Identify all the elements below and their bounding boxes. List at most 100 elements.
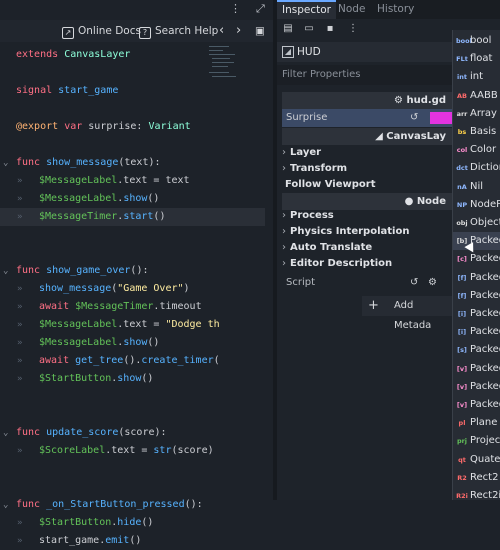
code-line[interactable]: » $ScoreLabel.text = str(score)	[0, 442, 273, 460]
revert-icon[interactable]: ↺	[410, 109, 418, 127]
code-line[interactable]: » await get_tree().create_timer(	[0, 352, 273, 370]
type-option[interactable]: nA Nil	[453, 178, 500, 196]
code-token: .text = text	[117, 175, 190, 186]
type-option[interactable]: R2i Rect2i	[453, 487, 500, 500]
code-line[interactable]: » start_game.emit()	[0, 532, 273, 550]
tab-inspector[interactable]: Inspector	[277, 0, 336, 19]
code-line[interactable]: » $MessageLabel.text = text	[0, 172, 273, 190]
open-folder-icon[interactable]: ▭	[303, 23, 315, 35]
variant-type-dropdown[interactable]: bool bool FLt float int int AB AABB arr Array bs Ba…	[452, 30, 500, 500]
type-option[interactable]: dctDiction	[453, 159, 500, 177]
add-metadata-button[interactable]: + Add Metada	[362, 296, 452, 331]
code-line[interactable]: » await $MessageTimer.timeout	[0, 298, 273, 316]
menu-icon[interactable]: ⋮	[230, 2, 241, 15]
type-option[interactable]: [i]Packed	[453, 305, 500, 323]
code-line[interactable]	[0, 478, 273, 496]
code-line[interactable]: ⌄ func show_game_over():	[0, 262, 273, 280]
type-option[interactable]: NPNodePa	[453, 196, 500, 214]
fold-arrow-icon[interactable]: ⌄	[3, 262, 8, 280]
category-transform[interactable]: › Transform	[282, 161, 452, 177]
category-layer[interactable]: › Layer	[282, 145, 452, 161]
editor-scrollbar[interactable]	[265, 44, 273, 500]
code-text: $MessageLabel.text = text	[39, 172, 190, 190]
category-auto-translate[interactable]: › Auto Translate	[282, 240, 452, 256]
code-line[interactable]: » $MessageLabel.show()	[0, 190, 273, 208]
code-token: ()	[147, 193, 160, 204]
code-line[interactable]: » $StartButton.show()	[0, 370, 273, 388]
code-text: extends CanvasLayer	[16, 46, 130, 64]
code-line[interactable]	[0, 406, 273, 424]
code-line[interactable]: » $StartButton.hide()	[0, 514, 273, 532]
code-minimap[interactable]	[209, 44, 265, 104]
code-token: $MessageLabel	[39, 337, 118, 348]
code-line[interactable]: » $MessageTimer.start()	[0, 208, 273, 226]
type-option[interactable]: [c]Packed	[453, 250, 500, 268]
online-docs-button[interactable]: ↗ Online Docs	[62, 23, 141, 39]
distraction-free-icon[interactable]: ⤢	[256, 2, 265, 16]
fold-arrow-icon[interactable]: ⌄	[3, 154, 8, 172]
category-process[interactable]: › Process	[282, 208, 452, 224]
type-option[interactable]: [s]Packed	[453, 341, 500, 359]
type-option[interactable]: col Color	[453, 141, 500, 159]
fold-arrow-icon[interactable]: ⌄	[3, 424, 8, 442]
type-option[interactable]: [v]Packed	[453, 360, 500, 378]
code-line[interactable]	[0, 460, 273, 478]
more-options-icon[interactable]: ⋮	[347, 23, 359, 35]
type-option[interactable]: R2 Rect2	[453, 469, 500, 487]
new-resource-icon[interactable]: ▤	[282, 23, 294, 35]
save-icon[interactable]: ▪	[324, 23, 336, 35]
type-option[interactable]: pl Plane	[453, 414, 500, 432]
code-line[interactable]: @export var surprise: Variant	[0, 118, 273, 136]
code-line[interactable]: ⌄ func show_message(text):	[0, 154, 273, 172]
script-options-icon[interactable]: ⚙	[428, 274, 437, 292]
type-option[interactable]: arr Array	[453, 105, 500, 123]
type-option[interactable]: prjProjecti	[453, 432, 500, 450]
type-option[interactable]: FLt float	[453, 50, 500, 68]
type-option[interactable]: bool bool	[453, 32, 500, 50]
code-line[interactable]: » $MessageLabel.show()	[0, 334, 273, 352]
tab-node[interactable]: Node	[333, 0, 370, 19]
code-text: @export var surprise: Variant	[16, 118, 191, 136]
toggle-panel-icon[interactable]: ▣	[255, 23, 265, 39]
code-line[interactable]	[0, 136, 273, 154]
revert-script-icon[interactable]: ↺	[410, 274, 418, 292]
type-option[interactable]: AB AABB	[453, 87, 500, 105]
node-circle-icon: ●	[404, 196, 417, 207]
code-line[interactable]: » show_message("Game Over")	[0, 280, 273, 298]
type-option[interactable]: [i]Packed	[453, 323, 500, 341]
category-editor-description[interactable]: › Editor Description	[282, 256, 452, 272]
code-line[interactable]	[0, 244, 273, 262]
history-forward-button[interactable]: ›	[236, 23, 241, 39]
code-line[interactable]	[0, 226, 273, 244]
code-line[interactable]: ⌄ func _on_StartButton_pressed():	[0, 496, 273, 514]
type-option[interactable]: [f]Packed	[453, 269, 500, 287]
surprise-color-swatch[interactable]	[430, 112, 454, 124]
type-option[interactable]: obj Object	[453, 214, 500, 232]
type-option[interactable]: qt Quatern	[453, 451, 500, 469]
tab-history[interactable]: History	[372, 0, 419, 19]
code-token: update_score	[46, 427, 119, 438]
type-option[interactable]: [v]Packed	[453, 396, 500, 414]
script-property[interactable]: Script ↺ ⚙	[282, 274, 452, 292]
surprise-property[interactable]: Surprise ↺	[282, 109, 454, 127]
code-line[interactable]: ⌄ func update_score(score):	[0, 424, 273, 442]
category-follow-viewport[interactable]: Follow Viewport	[282, 177, 452, 193]
type-icon: bs	[457, 128, 467, 136]
category-physics-interpolation[interactable]: › Physics Interpolation	[282, 224, 452, 240]
type-option[interactable]: bs Basis	[453, 123, 500, 141]
code-token: start_game.	[39, 535, 106, 546]
code-token: ():	[130, 265, 149, 276]
code-text: $StartButton.hide()	[39, 514, 153, 532]
type-icon: qt	[458, 455, 466, 464]
type-option[interactable]: [v]Packed	[453, 378, 500, 396]
code-text: show_message("Game Over")	[39, 280, 190, 298]
type-option[interactable]: [f]Packed	[453, 287, 500, 305]
code-line[interactable]: » $MessageLabel.text = "Dodge th	[0, 316, 273, 334]
indent-guide-icon: »	[17, 338, 23, 348]
history-back-button[interactable]: ‹	[219, 23, 224, 39]
fold-arrow-icon[interactable]: ⌄	[3, 496, 8, 514]
type-option[interactable]: int int	[453, 68, 500, 86]
search-help-button[interactable]: ? Search Help	[139, 23, 218, 39]
code-line[interactable]	[0, 388, 273, 406]
indent-guide-icon: »	[17, 356, 23, 366]
